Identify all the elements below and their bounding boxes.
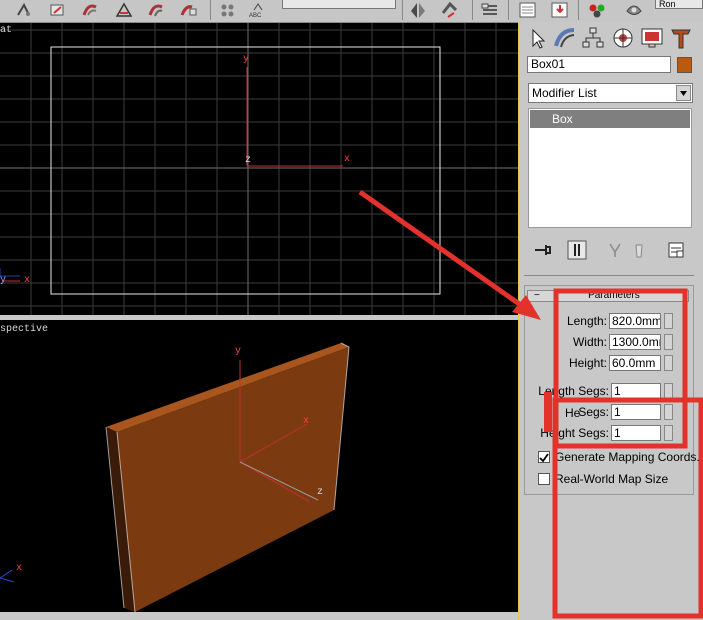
- width-segs-field[interactable]: 1: [611, 404, 661, 420]
- modifier-list-arrow[interactable]: [676, 85, 691, 101]
- persp-corner-x: x: [16, 563, 23, 574]
- create-tab-icon[interactable]: [525, 26, 551, 50]
- material-editor-icon[interactable]: [588, 1, 608, 19]
- move-icon[interactable]: [114, 1, 134, 19]
- display-tab-icon[interactable]: [639, 26, 665, 50]
- stack-item-box-label: Box: [552, 112, 573, 126]
- parameters-rollout-header[interactable]: − Parameters: [527, 290, 689, 302]
- parameters-title: Parameters: [588, 290, 640, 301]
- pin-stack-icon[interactable]: [532, 240, 552, 260]
- spelling-icon[interactable]: ABC: [248, 1, 268, 19]
- width-field[interactable]: 1300.0mm: [609, 334, 661, 350]
- render-type-dropdown[interactable]: Ron: [655, 0, 703, 9]
- width-spinner[interactable]: [664, 334, 673, 350]
- top-axis-z: z: [245, 155, 252, 166]
- hierarchy-tab-icon[interactable]: [580, 26, 606, 50]
- command-panel: Box01 Modifier List Box − Parameters Leng…: [519, 22, 703, 620]
- stack-item-box[interactable]: Box: [530, 110, 690, 128]
- toolbar-separator: [402, 0, 403, 20]
- height-segs-label: Height Segs:: [540, 426, 609, 440]
- main-toolbar: ABC Ron: [0, 0, 703, 23]
- show-end-result-icon[interactable]: [567, 240, 587, 260]
- width-label: Width:: [572, 335, 607, 349]
- chevron-down-icon: [680, 91, 687, 96]
- persp-axis-z: z: [317, 487, 324, 498]
- real-world-label: Real-World Map Size: [555, 472, 669, 486]
- panel-separator: [524, 275, 694, 276]
- modifier-list-dropdown[interactable]: Modifier List: [528, 83, 693, 103]
- length-segs-label: Length Segs:: [538, 384, 609, 398]
- viewport-bottom-border: [0, 612, 518, 620]
- generate-mapping-checkbox[interactable]: [538, 451, 550, 463]
- collapse-icon: −: [534, 290, 540, 301]
- render-setup-icon[interactable]: [550, 1, 570, 19]
- motion-tab-icon[interactable]: [610, 26, 636, 50]
- generate-mapping-label: Generate Mapping Coords.: [555, 450, 700, 464]
- persp-axis-y: y: [235, 346, 242, 357]
- height-label: Height:: [568, 356, 607, 370]
- object-color-swatch[interactable]: [677, 57, 692, 73]
- mirror-icon[interactable]: [408, 1, 428, 19]
- top-axis-x: x: [344, 154, 351, 165]
- real-world-checkbox[interactable]: [538, 473, 550, 485]
- configure-modifier-sets-icon[interactable]: [666, 240, 686, 260]
- layers-icon[interactable]: [480, 1, 500, 19]
- length-segs-spinner[interactable]: [664, 383, 673, 399]
- top-corner-x: x: [24, 275, 31, 286]
- viewport-perspective-label[interactable]: spective: [0, 324, 48, 335]
- height-segs-spinner[interactable]: [664, 425, 673, 441]
- utilities-tab-icon[interactable]: [668, 26, 694, 50]
- viewport-top-label[interactable]: at: [0, 25, 12, 36]
- modify-tab-icon[interactable]: [552, 26, 578, 50]
- length-label: Length:: [566, 314, 607, 328]
- svg-text:ABC: ABC: [249, 13, 262, 19]
- render-icon[interactable]: [624, 1, 644, 19]
- perspective-scene: [0, 342, 350, 612]
- object-name-value: Box01: [531, 57, 566, 71]
- top-gizmo: [246, 67, 343, 167]
- height-spinner[interactable]: [664, 355, 673, 371]
- box-top-outline: [50, 46, 441, 295]
- link-icon[interactable]: [48, 1, 68, 19]
- curve-editor-icon[interactable]: [518, 1, 538, 19]
- length-spinner[interactable]: [664, 313, 673, 329]
- render-type-label: Ron: [659, 0, 676, 9]
- toolbar-separator: [472, 0, 473, 20]
- checkmark-icon: [539, 453, 549, 463]
- top-corner-y: y: [0, 275, 7, 286]
- toolbar-separator: [210, 0, 211, 20]
- persp-axis-x: x: [303, 416, 310, 427]
- width-segs-spinner[interactable]: [664, 404, 673, 420]
- scale-icon[interactable]: [178, 1, 198, 19]
- object-name-field[interactable]: Box01: [527, 56, 671, 73]
- toolbar-separator: [508, 0, 509, 20]
- make-unique-icon[interactable]: [605, 240, 625, 260]
- length-field[interactable]: 820.0mm: [609, 313, 661, 329]
- length-segs-field[interactable]: 1: [611, 383, 661, 399]
- viewport-perspective[interactable]: spective y x z x: [0, 320, 518, 612]
- select-icon[interactable]: [14, 1, 34, 19]
- height-segs-field[interactable]: 1: [611, 425, 661, 441]
- rotate-icon[interactable]: [146, 1, 166, 19]
- align-tool-icon[interactable]: [440, 1, 460, 19]
- modifier-stack[interactable]: Box: [528, 108, 692, 228]
- modifier-list-label: Modifier List: [532, 86, 597, 100]
- width-segs-label: Segs:: [578, 405, 609, 419]
- toolbar-separator: [578, 0, 579, 20]
- named-selection-field[interactable]: [282, 0, 396, 9]
- viewport-top[interactable]: at y z x y x: [0, 23, 518, 315]
- remove-modifier-icon[interactable]: [629, 240, 649, 260]
- top-axis-y: y: [243, 54, 250, 65]
- spinner-snap-icon[interactable]: [218, 1, 238, 19]
- height-field[interactable]: 60.0mm: [609, 355, 661, 371]
- bind-icon[interactable]: [80, 1, 100, 19]
- top-viewport-grid: [0, 23, 518, 315]
